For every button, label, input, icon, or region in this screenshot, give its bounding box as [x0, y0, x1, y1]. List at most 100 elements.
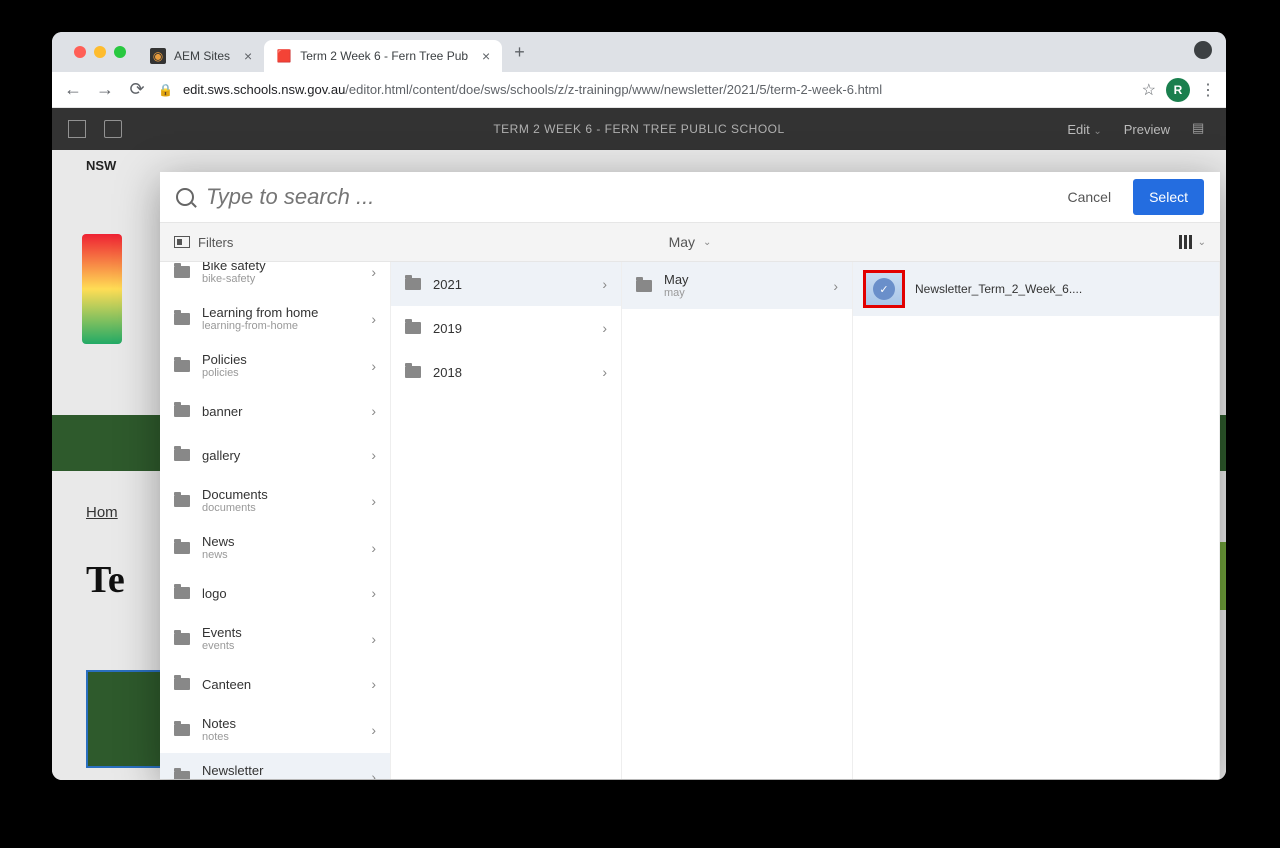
- forward-button[interactable]: →: [94, 79, 116, 100]
- favicon-nsw: 🟥: [276, 48, 292, 64]
- item-subtitle: documents: [202, 502, 359, 514]
- close-window[interactable]: [74, 46, 86, 58]
- folder-icon: [174, 313, 190, 325]
- dialog-header: Cancel Select: [160, 172, 1220, 222]
- item-title: 2021: [433, 277, 590, 292]
- item-title: 2018: [433, 365, 590, 380]
- chevron-right-icon: ›: [371, 493, 376, 509]
- aem-toolbar: TERM 2 WEEK 6 - FERN TREE PUBLIC SCHOOL …: [52, 108, 1226, 150]
- folder-item[interactable]: gallery›: [160, 433, 390, 477]
- search-icon: [176, 188, 194, 206]
- folder-icon: [636, 280, 652, 292]
- folder-item[interactable]: 2018›: [391, 350, 621, 394]
- nsw-label: NSW: [86, 158, 116, 173]
- folder-item[interactable]: Canteen›: [160, 662, 390, 706]
- dialog-toolbar: Filters May ⌄ ⌄: [160, 222, 1220, 262]
- folder-item[interactable]: Newsletternewsletter ›: [160, 753, 390, 779]
- folder-item[interactable]: Notesnotes›: [160, 706, 390, 753]
- item-subtitle: news: [202, 549, 359, 561]
- item-subtitle: may: [664, 287, 821, 299]
- chevron-right-icon: ›: [371, 676, 376, 692]
- profile-avatar[interactable]: R: [1166, 78, 1190, 102]
- menu-icon[interactable]: ⋮: [1200, 80, 1216, 100]
- columns-view-icon: [1179, 235, 1192, 249]
- asset-item[interactable]: ✓ Newsletter_Term_2_Week_6....: [853, 262, 1219, 316]
- extensions-icon[interactable]: [1194, 41, 1212, 59]
- folder-icon: [174, 495, 190, 507]
- favicon-aem: ◉: [150, 48, 166, 64]
- chevron-right-icon: ›: [371, 585, 376, 601]
- item-subtitle: bike-safety: [202, 273, 359, 285]
- folder-item[interactable]: Bike safetybike-safety ›: [160, 262, 390, 295]
- chevron-down-icon: ⌄: [703, 237, 711, 248]
- new-tab-button[interactable]: +: [502, 42, 537, 63]
- back-button[interactable]: ←: [62, 79, 84, 100]
- browser-window: ◉ AEM Sites × 🟥 Term 2 Week 6 - Fern Tre…: [52, 32, 1226, 780]
- chevron-right-icon: ›: [371, 769, 376, 780]
- maximize-window[interactable]: [114, 46, 126, 58]
- window-controls: [62, 46, 138, 58]
- close-tab-icon[interactable]: ×: [482, 48, 490, 64]
- reload-button[interactable]: ⟳: [126, 79, 148, 100]
- selected-check-icon: ✓: [873, 278, 895, 300]
- chevron-right-icon: ›: [371, 631, 376, 647]
- folder-item[interactable]: Maymay›: [622, 262, 852, 309]
- folder-icon: [174, 360, 190, 372]
- item-title: Bike safety: [202, 262, 359, 273]
- cancel-button[interactable]: Cancel: [1057, 189, 1121, 205]
- search-input[interactable]: [206, 184, 1045, 210]
- breadcrumb[interactable]: May ⌄: [669, 234, 712, 250]
- folder-icon: [174, 405, 190, 417]
- folder-item[interactable]: Newsnews›: [160, 524, 390, 571]
- item-title: Newsletter: [202, 763, 359, 778]
- folder-item[interactable]: Eventsevents›: [160, 615, 390, 662]
- folder-item[interactable]: Policiespolicies›: [160, 342, 390, 389]
- bookmark-icon[interactable]: ☆: [1142, 80, 1156, 100]
- item-title: Policies: [202, 352, 359, 367]
- url-field[interactable]: edit.sws.schools.nsw.gov.au/editor.html/…: [183, 82, 1132, 97]
- tab-aem-sites[interactable]: ◉ AEM Sites ×: [138, 40, 264, 72]
- item-subtitle: policies: [202, 367, 359, 379]
- tab-newsletter[interactable]: 🟥 Term 2 Week 6 - Fern Tree Pub ×: [264, 40, 502, 72]
- lock-icon[interactable]: 🔒: [158, 83, 173, 97]
- tab-bar: ◉ AEM Sites × 🟥 Term 2 Week 6 - Fern Tre…: [52, 32, 1226, 72]
- view-switcher[interactable]: ⌄: [1179, 235, 1206, 249]
- folder-item[interactable]: logo›: [160, 571, 390, 615]
- folder-item[interactable]: Learning from homelearning-from-home›: [160, 295, 390, 342]
- chevron-right-icon: ›: [371, 722, 376, 738]
- select-button[interactable]: Select: [1133, 179, 1204, 215]
- chevron-right-icon: ›: [833, 278, 838, 294]
- annotate-icon[interactable]: ▤: [1192, 120, 1210, 138]
- folder-icon: [174, 266, 190, 278]
- item-title: 2019: [433, 321, 590, 336]
- folder-item[interactable]: banner›: [160, 389, 390, 433]
- folder-icon: [174, 542, 190, 554]
- folder-item[interactable]: Documentsdocuments ›: [160, 477, 390, 524]
- column-2: 2021›2019›2018›: [391, 262, 622, 779]
- item-title: gallery: [202, 448, 359, 463]
- folder-icon: [405, 322, 421, 334]
- item-subtitle: newsletter: [202, 778, 359, 779]
- folder-icon: [405, 366, 421, 378]
- chevron-right-icon: ›: [371, 403, 376, 419]
- minimize-window[interactable]: [94, 46, 106, 58]
- column-1: Bike safetybike-safety › Learning from hom…: [160, 262, 391, 779]
- chevron-right-icon: ›: [371, 264, 376, 280]
- filters-icon: [174, 236, 190, 248]
- url-host: edit.sws.schools.nsw.gov.au: [183, 82, 345, 97]
- folder-icon: [174, 587, 190, 599]
- item-subtitle: learning-from-home: [202, 320, 359, 332]
- asset-name: Newsletter_Term_2_Week_6....: [915, 282, 1082, 296]
- item-title: Learning from home: [202, 305, 359, 320]
- asset-picker-dialog: Cancel Select Filters May ⌄ ⌄ Bike safet…: [160, 172, 1220, 779]
- folder-icon: [174, 724, 190, 736]
- item-title: Documents: [202, 487, 359, 502]
- close-tab-icon[interactable]: ×: [244, 48, 252, 64]
- breadcrumb-label: May: [669, 234, 695, 250]
- item-title: News: [202, 534, 359, 549]
- filters-label: Filters: [198, 235, 233, 250]
- filters-button[interactable]: Filters: [174, 235, 233, 250]
- folder-item[interactable]: 2021›: [391, 262, 621, 306]
- folder-item[interactable]: 2019›: [391, 306, 621, 350]
- folder-icon: [174, 678, 190, 690]
